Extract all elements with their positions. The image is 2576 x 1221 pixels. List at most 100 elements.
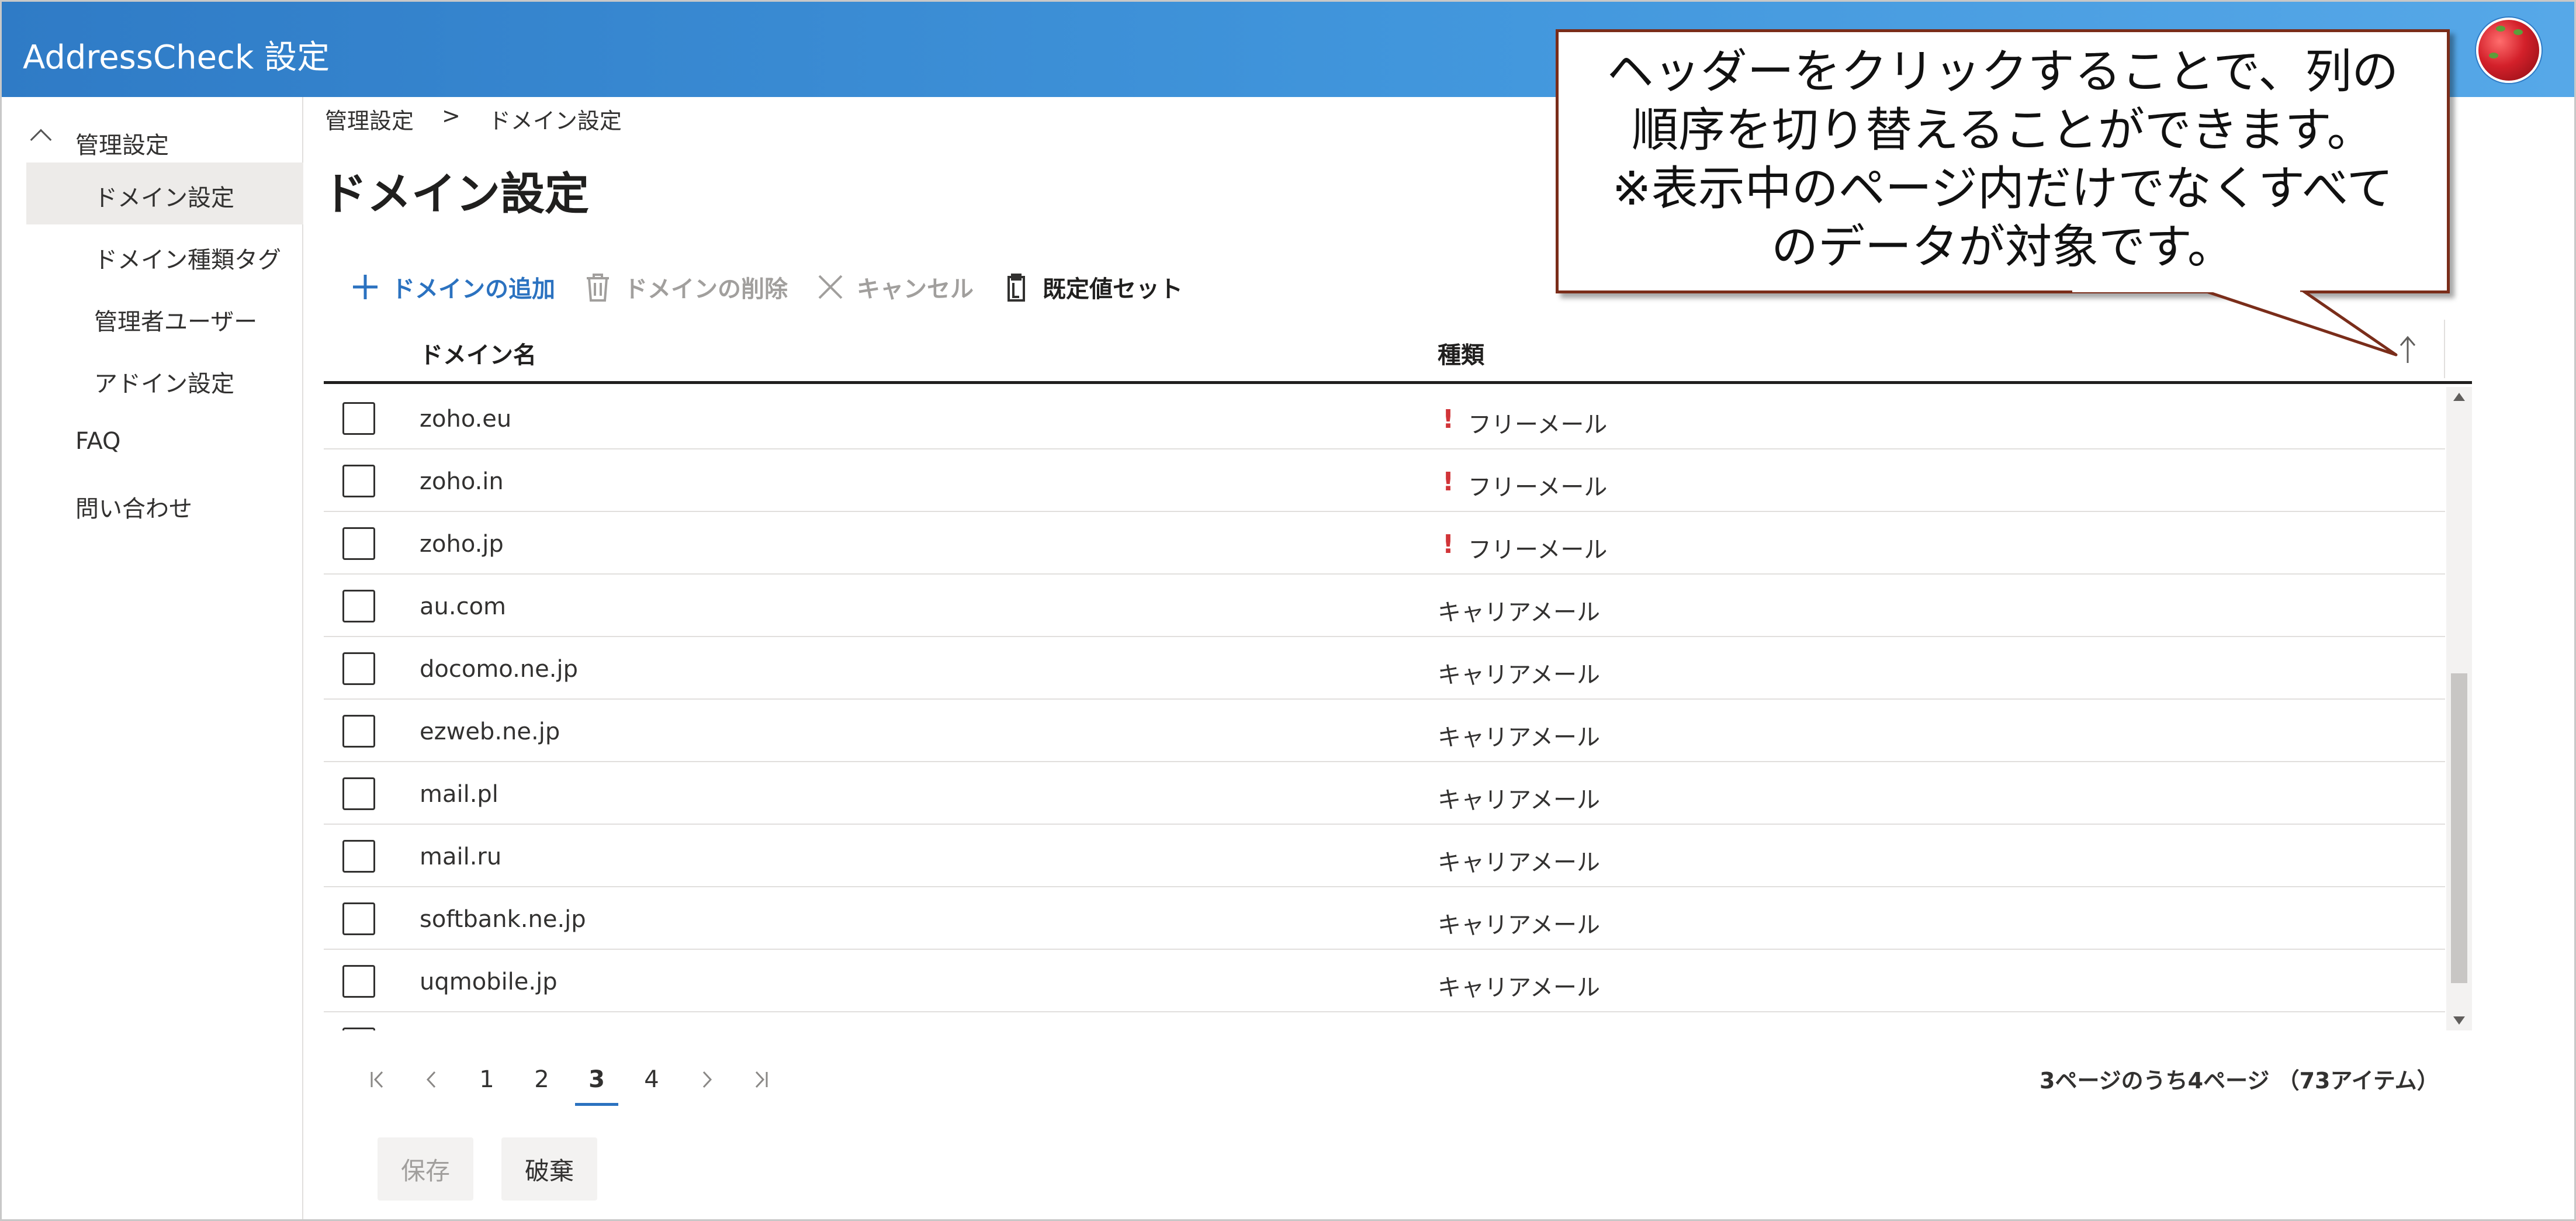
row-checkbox[interactable] (342, 652, 375, 685)
scroll-up-icon[interactable] (2453, 393, 2465, 401)
scroll-down-icon[interactable] (2453, 1016, 2465, 1025)
command-bar: ドメインの追加 ドメインの削除 キャンセル 既定値セット (349, 262, 1210, 312)
domain-name-cell: softbank.ne.jp (420, 906, 586, 933)
table-row[interactable]: uqmobile.jp キャリアメール (324, 950, 2445, 1012)
delete-domain-label: ドメインの削除 (624, 276, 788, 303)
row-checkbox[interactable] (342, 1028, 375, 1030)
pagination: 1 2 3 4 (349, 1053, 789, 1106)
table-row[interactable]: softbank.ne.jp キャリアメール (324, 887, 2445, 950)
row-checkbox[interactable] (342, 965, 375, 998)
domain-type-cell: キャリアメール (1438, 724, 1600, 751)
chevron-right-icon (702, 1071, 712, 1088)
trash-icon (582, 271, 614, 303)
table-row[interactable]: au.com キャリアメール (324, 575, 2445, 637)
sidebar-item-label: ドメイン種類タグ (94, 247, 281, 274)
domain-type-cell: キャリアメール (1438, 849, 1600, 876)
last-page-icon (755, 1071, 768, 1088)
vertical-scrollbar[interactable] (2446, 387, 2472, 1030)
cancel-button[interactable]: キャンセル (815, 270, 974, 304)
page-info: 3ページのうち4ページ （73アイテム） (2040, 1068, 2439, 1094)
prev-page-button[interactable] (404, 1053, 459, 1106)
domain-name-cell: au.com (420, 593, 507, 620)
chevron-up-icon (30, 129, 52, 151)
callout-line: ※表示中のページ内だけでなくすべて (1612, 161, 2394, 216)
next-page-button[interactable] (679, 1053, 734, 1106)
breadcrumb-parent[interactable]: 管理設定 (325, 103, 414, 135)
domain-name-cell: zoho.in (420, 468, 504, 495)
sidebar-item-label: 問い合わせ (75, 496, 192, 523)
save-button[interactable]: 保存 (378, 1137, 473, 1201)
table-row[interactable]: zoho.in ! フリーメール (324, 449, 2445, 512)
row-checkbox[interactable] (342, 715, 375, 748)
callout-line: 順序を切り替えることができます。 (1632, 103, 2374, 157)
first-page-icon (371, 1071, 383, 1088)
warning-icon: ! (1442, 530, 1455, 559)
row-checkbox[interactable] (342, 902, 375, 935)
domain-name-cell: docomo.ne.jp (420, 656, 578, 683)
domain-name-cell: mail.ru (420, 843, 502, 870)
domain-table: ドメイン名 種類 zoho.eu ! フリーメール zoho.in ! フリーメ… (324, 320, 2472, 1030)
sidebar-item-addin-settings[interactable]: アドイン設定 (26, 348, 303, 410)
page-1-button[interactable]: 1 (459, 1053, 514, 1106)
domain-name-cell: mail.pl (420, 781, 498, 808)
domain-type-cell: キャリアメール (1438, 662, 1600, 689)
sidebar-item-domain-type-tags[interactable]: ドメイン種類タグ (26, 224, 303, 286)
callout-pointer (2069, 290, 2398, 357)
page-3-button[interactable]: 3 (569, 1053, 624, 1106)
sidebar-item-label: FAQ (75, 428, 121, 455)
row-checkbox[interactable] (342, 840, 375, 873)
set-defaults-label: 既定値セット (1043, 276, 1183, 303)
discard-button[interactable]: 破棄 (501, 1137, 597, 1201)
table-row[interactable]: mail.pl キャリアメール (324, 762, 2445, 825)
row-checkbox[interactable] (342, 590, 375, 622)
domain-type-cell: フリーメール (1468, 537, 1608, 563)
warning-icon: ! (1442, 467, 1455, 497)
page-4-button[interactable]: 4 (624, 1053, 679, 1106)
table-row[interactable]: zoho.jp ! フリーメール (324, 512, 2445, 575)
table-row[interactable]: mail.ru キャリアメール (324, 825, 2445, 887)
row-checkbox[interactable] (342, 777, 375, 810)
clipboard-icon (1000, 271, 1032, 303)
table-row[interactable]: docomo.ne.jp キャリアメール (324, 637, 2445, 700)
page-title: ドメイン設定 (323, 168, 589, 220)
table-row[interactable] (324, 1012, 2445, 1030)
breadcrumb-current: ドメイン設定 (488, 108, 622, 134)
table-row[interactable]: zoho.eu ! フリーメール (324, 387, 2445, 449)
chevron-left-icon (426, 1071, 436, 1088)
row-checkbox[interactable] (342, 402, 375, 435)
scrollbar-thumb[interactable] (2451, 673, 2467, 983)
sidebar-group-admin-settings[interactable]: 管理設定 (2, 110, 303, 168)
sidebar-item-contact[interactable]: 問い合わせ (2, 473, 303, 535)
delete-domain-button[interactable]: ドメインの削除 (582, 270, 788, 304)
callout-line: のデータが対象です。 (1771, 220, 2234, 274)
sidebar-item-admin-users[interactable]: 管理者ユーザー (26, 286, 303, 348)
domain-name-cell: ezweb.ne.jp (420, 718, 560, 745)
cancel-label: キャンセル (857, 276, 974, 303)
plus-icon (349, 271, 381, 303)
domain-type-cell: フリーメール (1468, 411, 1608, 438)
sidebar-item-faq[interactable]: FAQ (2, 411, 303, 473)
add-domain-button[interactable]: ドメインの追加 (349, 270, 555, 304)
column-header-domain-name[interactable]: ドメイン名 (420, 336, 536, 370)
warning-icon: ! (1442, 404, 1455, 434)
first-page-button[interactable] (349, 1053, 404, 1106)
set-defaults-button[interactable]: 既定値セット (1000, 270, 1183, 304)
row-checkbox[interactable] (342, 527, 375, 560)
domain-type-cell: キャリアメール (1438, 974, 1600, 1001)
sidebar: 管理設定 ドメイン設定 ドメイン種類タグ 管理者ユーザー アドイン設定 FAQ … (2, 97, 303, 1219)
page-2-button[interactable]: 2 (514, 1053, 569, 1106)
breadcrumb-separator: > (442, 103, 461, 129)
domain-type-cell: キャリアメール (1438, 599, 1600, 626)
column-header-type[interactable]: 種類 (1438, 336, 1484, 370)
breadcrumb: 管理設定 > ドメイン設定 (325, 103, 622, 135)
domain-type-cell: キャリアメール (1438, 787, 1600, 814)
domain-name-cell: zoho.jp (420, 531, 504, 558)
close-icon (815, 271, 846, 303)
sidebar-item-domain-settings[interactable]: ドメイン設定 (26, 162, 303, 224)
last-page-button[interactable] (734, 1053, 789, 1106)
domain-type-cell: フリーメール (1468, 474, 1608, 501)
table-row[interactable]: ezweb.ne.jp キャリアメール (324, 700, 2445, 762)
domain-name-cell: zoho.eu (420, 406, 512, 433)
row-checkbox[interactable] (342, 465, 375, 497)
user-avatar[interactable] (2476, 18, 2542, 83)
